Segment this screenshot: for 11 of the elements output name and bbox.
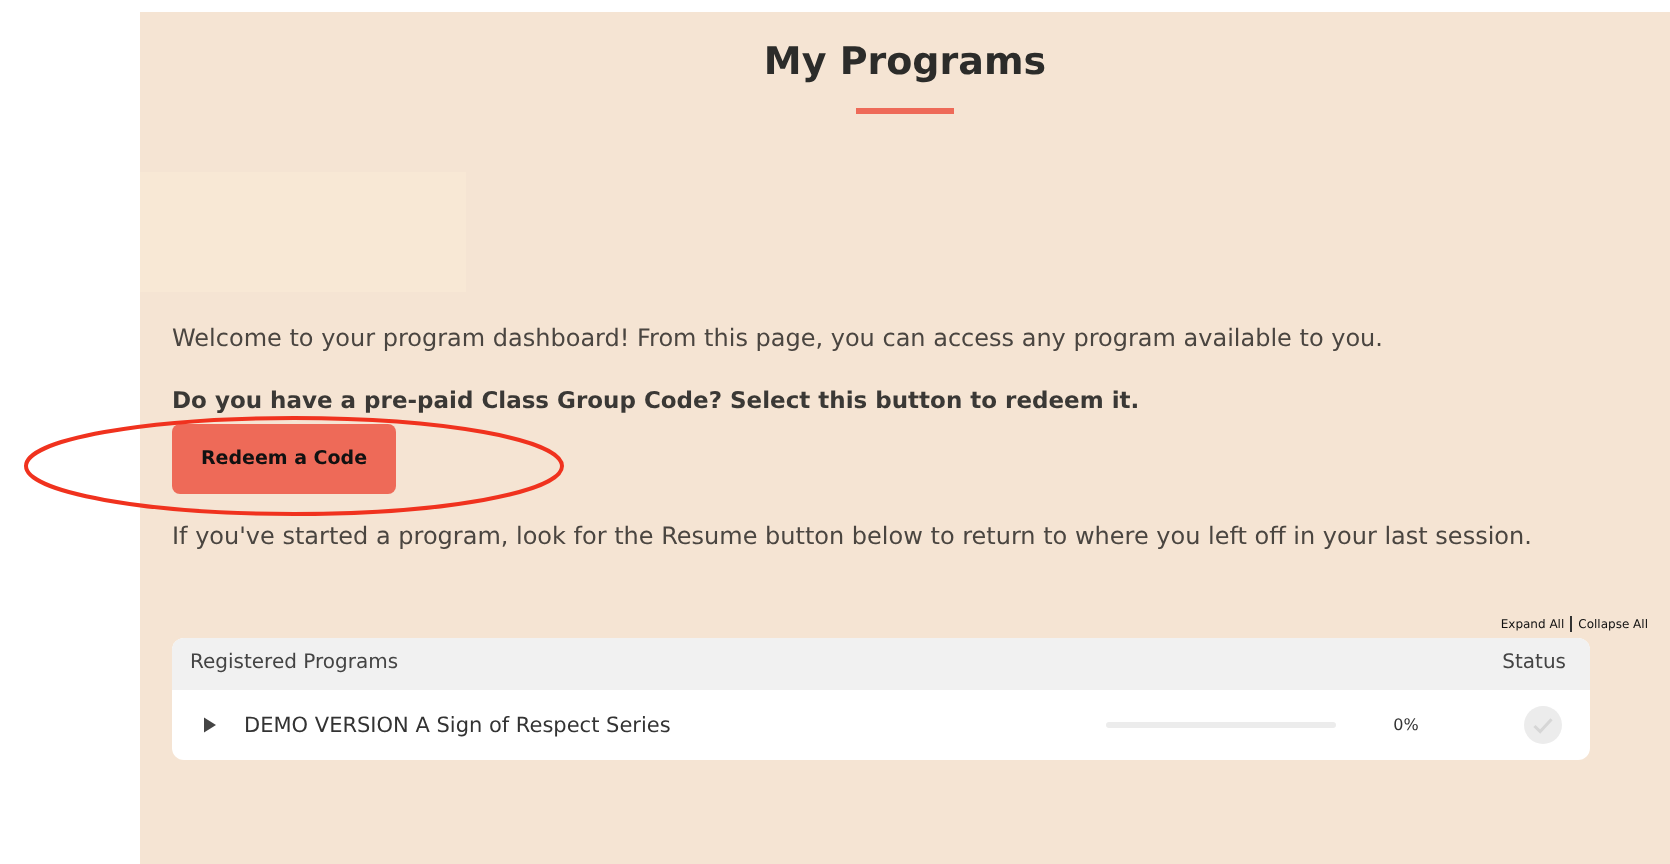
progress-percent: 0% [1391,716,1421,734]
welcome-text: Welcome to your program dashboard! From this page, you can access any program available to you. [170,324,1385,352]
expand-icon[interactable] [204,716,216,734]
page-title: My Programs [761,40,1049,84]
resume-hint: If you've started a program, look for the Resume button below to return to where you left off in your last session. [170,522,1534,550]
column-header: Registered Programs [190,652,399,674]
redeem-code-button[interactable]: Redeem a Code [172,424,396,494]
column-header: Status [1502,652,1566,674]
code-prompt: Do you have a pre-paid Class Group Code? Select this button to redeem it. [170,386,1142,414]
title-underline [856,108,954,114]
program-name[interactable]: DEMO VERSION A Sign of Respect Series [244,713,1106,737]
